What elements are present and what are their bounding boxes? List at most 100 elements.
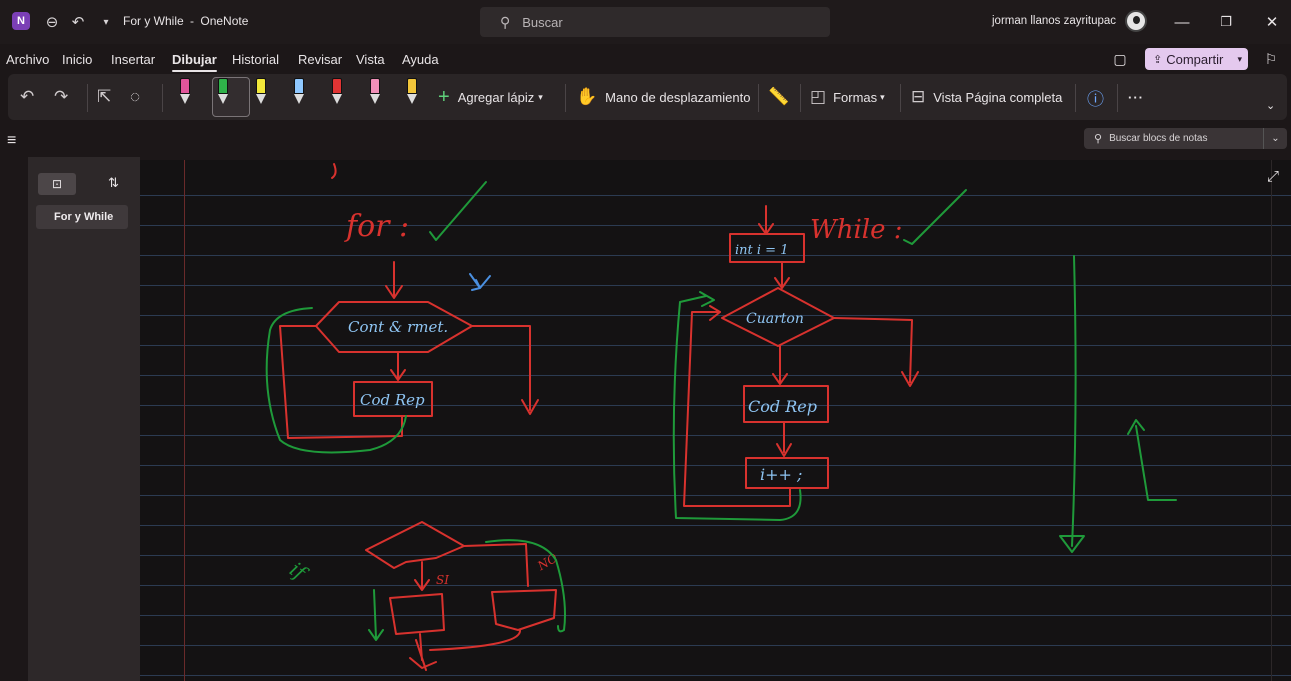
more-options-button[interactable]: ··· bbox=[1128, 84, 1144, 110]
ruler-button[interactable]: 📏 bbox=[768, 84, 789, 110]
full-page-label: Vista Página completa bbox=[933, 89, 1063, 105]
pages-panel: ⊡ ⇅ For y While bbox=[28, 157, 140, 681]
shapes-icon: ◰ bbox=[810, 87, 827, 106]
chevron-down-icon[interactable]: ⌄ bbox=[1263, 128, 1287, 149]
close-icon[interactable]: ✕ bbox=[1260, 10, 1284, 34]
check-mark bbox=[903, 189, 967, 245]
while-body-text: Cod Rep bbox=[748, 397, 817, 416]
menu-historial[interactable]: Historial bbox=[232, 52, 279, 67]
redo-icon[interactable]: ↷ bbox=[54, 84, 68, 110]
pen-tip bbox=[407, 94, 417, 104]
ink-arrow bbox=[414, 561, 430, 591]
menu-inicio[interactable]: Inicio bbox=[62, 52, 92, 67]
pen-red-icon[interactable] bbox=[330, 78, 344, 108]
navigation-menu-icon[interactable]: ≡ bbox=[7, 132, 16, 150]
feedback-icon[interactable]: ⚐ bbox=[1262, 50, 1280, 68]
for-body-text: Cod Rep bbox=[360, 391, 425, 409]
pen-lightpink-icon[interactable] bbox=[368, 78, 382, 108]
merge-line bbox=[429, 629, 521, 651]
add-pen-button[interactable]: + Agregar lápiz ▾ bbox=[438, 84, 543, 110]
ink-arrow bbox=[776, 421, 792, 457]
if-condition-shape bbox=[365, 521, 465, 569]
pen-body bbox=[332, 78, 342, 94]
minimize-icon[interactable]: — bbox=[1170, 10, 1194, 34]
while-condition-text: Cuarton bbox=[746, 311, 804, 327]
menu-archivo[interactable]: Archivo bbox=[6, 52, 49, 67]
menu-dibujar[interactable]: Dibujar bbox=[172, 52, 217, 72]
note-canvas[interactable]: ⤢ for : Cont & rmet. Cod Rep While : int… bbox=[140, 160, 1291, 681]
ribbon-divider bbox=[162, 84, 163, 112]
pan-hand-button[interactable]: ✋ Mano de desplazamiento bbox=[576, 84, 750, 110]
pen-lightblue-icon[interactable] bbox=[292, 78, 306, 108]
if-label: if bbox=[285, 557, 313, 587]
pen-tip bbox=[332, 94, 342, 104]
select-cursor-icon[interactable]: ⇱ bbox=[97, 84, 111, 110]
pen-green-icon[interactable] bbox=[216, 78, 230, 108]
menu-ayuda[interactable]: Ayuda bbox=[402, 52, 439, 67]
ink-stroke bbox=[331, 163, 337, 179]
check-mark bbox=[429, 181, 487, 241]
chevron-down-icon: ▾ bbox=[1237, 53, 1242, 64]
ink-arrow bbox=[758, 205, 774, 235]
page-item-for-y-while[interactable]: For y While bbox=[36, 205, 128, 229]
user-name[interactable]: jorman llanos zayritupac bbox=[992, 15, 1116, 27]
pen-gold-icon[interactable] bbox=[405, 78, 419, 108]
full-page-icon: ⊟ bbox=[911, 87, 926, 106]
chevron-down-icon: ▾ bbox=[880, 91, 885, 102]
plus-icon: + bbox=[438, 85, 450, 108]
menu-insertar[interactable]: Insertar bbox=[111, 52, 155, 67]
collapse-ribbon-icon[interactable]: ⌄ bbox=[1266, 92, 1275, 118]
back-icon[interactable]: ⊖ bbox=[42, 12, 62, 32]
highlighter-yellow-icon[interactable] bbox=[254, 78, 268, 108]
if-yes-label: SI bbox=[436, 573, 449, 587]
shapes-button[interactable]: ◰ Formas ▾ bbox=[810, 84, 885, 110]
pen-pink-icon[interactable] bbox=[178, 78, 192, 108]
pen-body bbox=[256, 78, 266, 94]
up-arrow bbox=[1127, 419, 1177, 501]
long-down-arrow bbox=[1071, 255, 1077, 547]
pen-tip bbox=[218, 94, 228, 104]
global-search-box[interactable]: ⚲ Buscar bbox=[480, 7, 830, 37]
share-label: Compartir bbox=[1166, 51, 1224, 67]
full-page-view-button[interactable]: ⊟ Vista Página completa bbox=[911, 84, 1062, 110]
pen-tip bbox=[256, 94, 266, 104]
pen-body bbox=[218, 78, 228, 94]
sticky-notes-icon[interactable]: ▢ bbox=[1111, 50, 1129, 68]
while-increment-text: i++ ; bbox=[760, 465, 802, 484]
if-no-line bbox=[463, 543, 529, 587]
pen-tip bbox=[294, 94, 304, 104]
chevron-down-icon: ▾ bbox=[538, 91, 543, 102]
hand-icon: ✋ bbox=[576, 87, 598, 106]
ribbon-divider bbox=[900, 84, 901, 112]
sort-icon[interactable]: ⇅ bbox=[108, 175, 119, 191]
menu-revisar[interactable]: Revisar bbox=[298, 52, 342, 67]
undo-icon[interactable]: ↶ bbox=[20, 84, 34, 110]
if-no-box bbox=[491, 589, 557, 631]
undo-title-icon[interactable]: ↶ bbox=[68, 12, 88, 32]
add-page-button[interactable]: ⊡ bbox=[38, 173, 76, 195]
for-condition-text: Cont & rmet. bbox=[348, 318, 448, 336]
restore-icon[interactable]: ❐ bbox=[1214, 10, 1238, 34]
ribbon-divider bbox=[1117, 84, 1118, 112]
pen-body bbox=[294, 78, 304, 94]
help-icon[interactable]: ⓘ bbox=[1087, 84, 1104, 110]
quick-access-dropdown-icon[interactable]: ▾ bbox=[96, 12, 116, 32]
search-icon: ⚲ bbox=[500, 13, 511, 30]
search-icon: ⚲ bbox=[1094, 133, 1103, 145]
ribbon-divider bbox=[1075, 84, 1076, 112]
search-placeholder: Buscar bbox=[522, 14, 563, 30]
avatar[interactable] bbox=[1125, 10, 1147, 32]
pen-body bbox=[407, 78, 417, 94]
lasso-icon[interactable]: ◌ bbox=[130, 84, 140, 110]
ribbon-divider bbox=[758, 84, 759, 112]
ribbon-divider bbox=[800, 84, 801, 112]
ink-arrow bbox=[390, 351, 406, 381]
menu-vista[interactable]: Vista bbox=[356, 52, 385, 67]
ink-arrow bbox=[774, 261, 790, 289]
share-button[interactable]: ⇪ Compartir ▾ bbox=[1145, 48, 1248, 70]
notebook-search-box[interactable]: ⚲ Buscar blocs de notas ⌄ bbox=[1084, 128, 1287, 149]
for-title: for : bbox=[344, 209, 409, 244]
blue-arrow bbox=[469, 273, 491, 291]
while-title: While : bbox=[810, 215, 903, 245]
menu-bar: Archivo Inicio Insertar Dibujar Historia… bbox=[0, 44, 1291, 74]
